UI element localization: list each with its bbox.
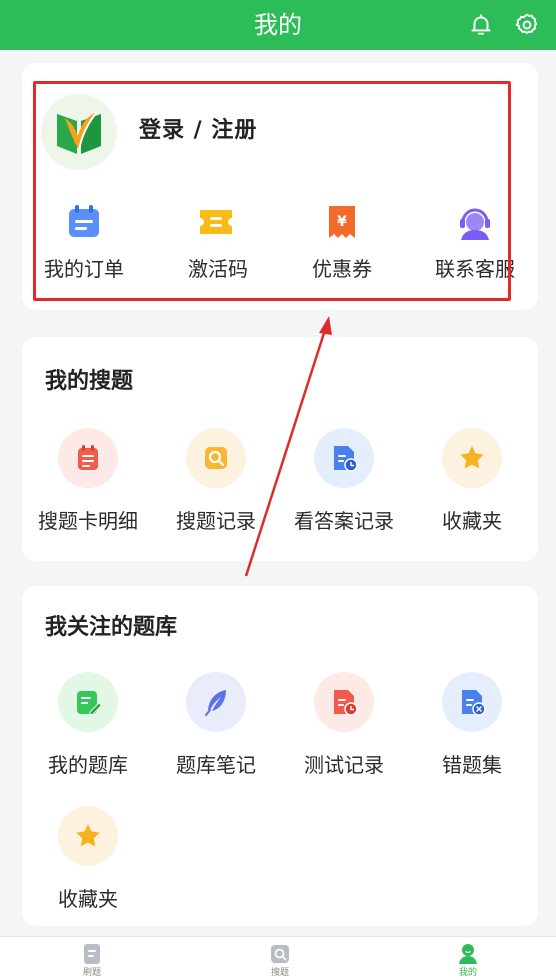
search-card-detail-label[interactable]: 搜题卡明细	[18, 508, 158, 534]
tab-label: 搜题	[270, 968, 289, 978]
top-bar: 我的	[0, 0, 556, 50]
star-icon	[76, 824, 100, 847]
favorites-label[interactable]: 收藏夹	[402, 508, 542, 534]
bank-notes-button[interactable]	[186, 672, 246, 732]
test-record-icon	[334, 690, 358, 716]
gear-icon[interactable]	[514, 12, 540, 38]
document-icon	[84, 944, 100, 964]
test-records-button[interactable]	[314, 672, 374, 732]
search-card-detail-button[interactable]	[58, 428, 118, 488]
tab-search[interactable]: 搜题	[220, 937, 340, 980]
wrong-questions-icon	[462, 690, 486, 716]
favorites-button[interactable]	[442, 428, 502, 488]
test-records-label[interactable]: 测试记录	[274, 752, 414, 778]
feather-icon	[205, 690, 226, 716]
answer-history-icon	[334, 446, 358, 472]
search-history-icon	[205, 447, 227, 469]
edit-doc-icon	[77, 691, 103, 715]
tab-practice[interactable]: 刷题	[32, 937, 152, 980]
search-history-button[interactable]	[186, 428, 246, 488]
bell-icon[interactable]	[468, 12, 494, 38]
answer-history-label[interactable]: 看答案记录	[274, 508, 414, 534]
highlight-box	[33, 81, 511, 301]
bank-favorites-label[interactable]: 收藏夹	[18, 886, 158, 912]
my-question-bank-button[interactable]	[58, 672, 118, 732]
section-title: 我的搜题	[45, 369, 134, 394]
my-question-bank-label[interactable]: 我的题库	[18, 752, 158, 778]
my-search-card: 我的搜题 搜题卡明细 搜题记录 看答案记录 收藏夹	[22, 337, 538, 561]
star-icon	[460, 446, 484, 469]
tab-label: 我的	[458, 968, 477, 978]
wrong-questions-label[interactable]: 错题集	[402, 752, 542, 778]
tab-label: 刷题	[82, 968, 101, 978]
question-banks-card: 我关注的题库 我的题库 题库笔记 测试记录 错题集 收藏夹	[22, 586, 538, 926]
bank-favorites-button[interactable]	[58, 806, 118, 866]
tab-mine[interactable]: 我的	[408, 937, 528, 980]
wrong-questions-button[interactable]	[442, 672, 502, 732]
section-title: 我关注的题库	[45, 615, 178, 640]
bottom-tab-bar: 刷题 搜题 我的	[0, 936, 556, 980]
search-history-label[interactable]: 搜题记录	[146, 508, 286, 534]
bank-notes-label[interactable]: 题库笔记	[146, 752, 286, 778]
search-card-icon	[78, 445, 98, 470]
user-icon	[459, 944, 477, 964]
search-icon	[271, 945, 289, 963]
answer-history-button[interactable]	[314, 428, 374, 488]
